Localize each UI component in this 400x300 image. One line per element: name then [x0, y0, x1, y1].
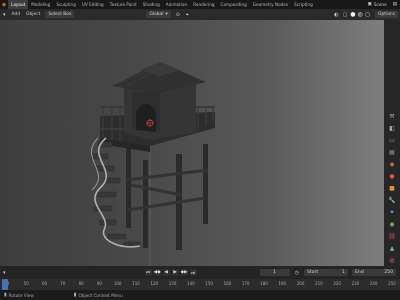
ruler-tick-label: 120 [150, 281, 159, 286]
current-frame-field[interactable]: 1 [259, 269, 290, 276]
timeline-ruler[interactable]: 0 50 60 70 80 90 100 110 120 130 140 150 160 170 180 19… [0, 279, 400, 290]
prev-keyframe-icon[interactable]: ◀◆ [153, 269, 161, 276]
material-icon[interactable]: ◍ [387, 256, 397, 265]
ruler-tick-label: 210 [315, 281, 323, 286]
particles-icon[interactable]: ✦ [387, 208, 397, 217]
timeline-menu-icon[interactable]: ▾ [0, 270, 9, 276]
playhead[interactable] [2, 279, 8, 290]
end-label: End [355, 270, 364, 275]
ruler-ticks: 0 50 60 70 80 90 100 110 120 130 140 150 160 170 180 19… [0, 279, 400, 290]
workspace-tab-layout[interactable]: Layout [8, 0, 29, 9]
ruler-tick-label: 190 [278, 281, 287, 286]
select-box-label: Select Box [48, 12, 72, 17]
ruler-tick-label: 60 [42, 281, 48, 286]
properties-tab-strip: ⚒ ◧ ▭ ▤ ◆ ● ■ 🔧 ✦ ◉ ⛓ ▲ ◍ [384, 20, 400, 266]
workspace-tabs: Layout Modeling Sculpting UV Editing Texture… [8, 0, 316, 9]
start-frame-field[interactable]: Start 1 [304, 269, 348, 276]
options-button[interactable]: Options [375, 11, 398, 18]
ruler-tick-label: 70 [60, 281, 66, 286]
menu-object[interactable]: Object [23, 12, 43, 17]
ruler-tick-label: 200 [296, 281, 305, 286]
watchtower-model [91, 62, 215, 266]
ruler-tick-label: 250 [388, 281, 396, 286]
ruler-tick-label: 90 [96, 281, 102, 286]
scene-name[interactable]: Scene [374, 2, 387, 7]
play-reverse-icon[interactable]: ◀ [162, 269, 170, 276]
ruler-tick-label: 140 [187, 281, 195, 286]
world-icon[interactable]: ● [387, 172, 397, 181]
editor-type-icon[interactable]: ▾ [0, 12, 9, 18]
workspace-tab-animation[interactable]: Animation [163, 0, 190, 9]
start-value: 1 [342, 270, 345, 275]
output-icon[interactable]: ▭ [387, 136, 397, 145]
scene-icon[interactable]: ▣ [368, 2, 372, 7]
ruler-tick-label: 170 [241, 281, 250, 286]
timeline-header: ▾ ⏮ ◀◆ ◀ ▶ ◆▶ ⏭ 1 ◷ Start 1 End 250 [0, 266, 400, 279]
options-label: Options [378, 12, 395, 17]
ruler-tick-label: 100 [113, 281, 122, 286]
menu-add[interactable]: Add [9, 12, 24, 17]
render-icon[interactable]: ◧ [387, 124, 397, 133]
current-frame-value: 1 [273, 270, 277, 275]
end-frame-field[interactable]: End 250 [352, 269, 396, 276]
shading-solid-icon[interactable]: ● [350, 11, 355, 18]
3d-viewport[interactable] [0, 20, 384, 266]
end-value: 250 [384, 270, 393, 275]
ruler-tick-label: 110 [132, 281, 140, 286]
ruler-tick-label: 160 [223, 281, 232, 286]
ruler-tick-label: 220 [333, 281, 341, 286]
jump-end-icon[interactable]: ⏭ [189, 269, 197, 276]
data-icon[interactable]: ▲ [387, 244, 397, 253]
xray-icon[interactable]: ▢ [343, 12, 348, 18]
workspace-tab-scripting[interactable]: Scripting [291, 0, 316, 9]
pivot-icon[interactable]: ⊙ [176, 12, 180, 18]
ruler-tick-label: 50 [23, 281, 29, 286]
shading-rendered-icon[interactable]: ○ [365, 11, 370, 18]
workspace-tab-modeling[interactable]: Modeling [28, 0, 53, 9]
status-context-menu: Object Context Menu [78, 292, 123, 298]
start-label: Start [307, 270, 319, 275]
overlay-icon[interactable]: ◐ [334, 12, 338, 18]
play-icon[interactable]: ▶ [171, 269, 179, 276]
jump-start-icon[interactable]: ⏮ [144, 269, 152, 276]
workspace-tab-uv-editing[interactable]: UV Editing [79, 0, 107, 9]
blender-logo-icon[interactable]: ◉ [0, 2, 8, 8]
tool-icon[interactable]: ⚒ [387, 112, 397, 121]
snap-icon[interactable]: ⌖ [186, 12, 189, 18]
workspace-tab-geometry-nodes[interactable]: Geometry Nodes [250, 0, 291, 9]
object-icon[interactable]: ■ [387, 184, 397, 193]
workspace-tab-sculpting[interactable]: Sculpting [53, 0, 79, 9]
viewport-header: ▾ Add Object Select Box Global ▾ ⊙ ⌖ ◐ ▢… [0, 9, 400, 20]
chevron-down-icon: ▾ [165, 12, 168, 17]
view-layer-icon[interactable]: ▤ [393, 2, 397, 7]
mouse-right-icon: ▮ [73, 292, 77, 298]
shading-material-icon[interactable]: ◍ [358, 11, 363, 18]
top-bar: ◉ Layout Modeling Sculpting UV Editing Textu… [0, 0, 400, 9]
physics-icon[interactable]: ◉ [387, 220, 397, 229]
select-box-button[interactable]: Select Box [45, 11, 75, 18]
status-rotate-view: Rotate View [8, 292, 34, 298]
mouse-left-icon: ▮ [4, 292, 7, 298]
ruler-tick-label: 180 [260, 281, 268, 286]
modifier-icon[interactable]: 🔧 [387, 196, 397, 205]
ruler-tick-label: 240 [369, 281, 378, 286]
scene-properties-icon[interactable]: ◆ [387, 160, 397, 169]
orientation-label: Global [149, 12, 164, 17]
clock-icon[interactable]: ◷ [295, 270, 299, 276]
workspace-tab-shading[interactable]: Shading [140, 0, 163, 9]
workspace-tab-texture-paint[interactable]: Texture Paint [107, 0, 140, 9]
workspace-tab-compositing[interactable]: Compositing [218, 0, 250, 9]
ruler-tick-label: 150 [205, 281, 213, 286]
workspace-tab-rendering[interactable]: Rendering [190, 0, 217, 9]
transform-orientation-dropdown[interactable]: Global ▾ [146, 11, 171, 18]
ruler-tick-label: 80 [78, 281, 84, 286]
status-bar: ▮ Rotate View ▮ Object Context Menu [0, 290, 400, 300]
next-keyframe-icon[interactable]: ◆▶ [180, 269, 188, 276]
ruler-tick-label: 130 [168, 281, 177, 286]
ruler-tick-label: 230 [351, 281, 360, 286]
view-layer-icon[interactable]: ▤ [387, 148, 397, 157]
constraints-icon[interactable]: ⛓ [387, 232, 397, 241]
